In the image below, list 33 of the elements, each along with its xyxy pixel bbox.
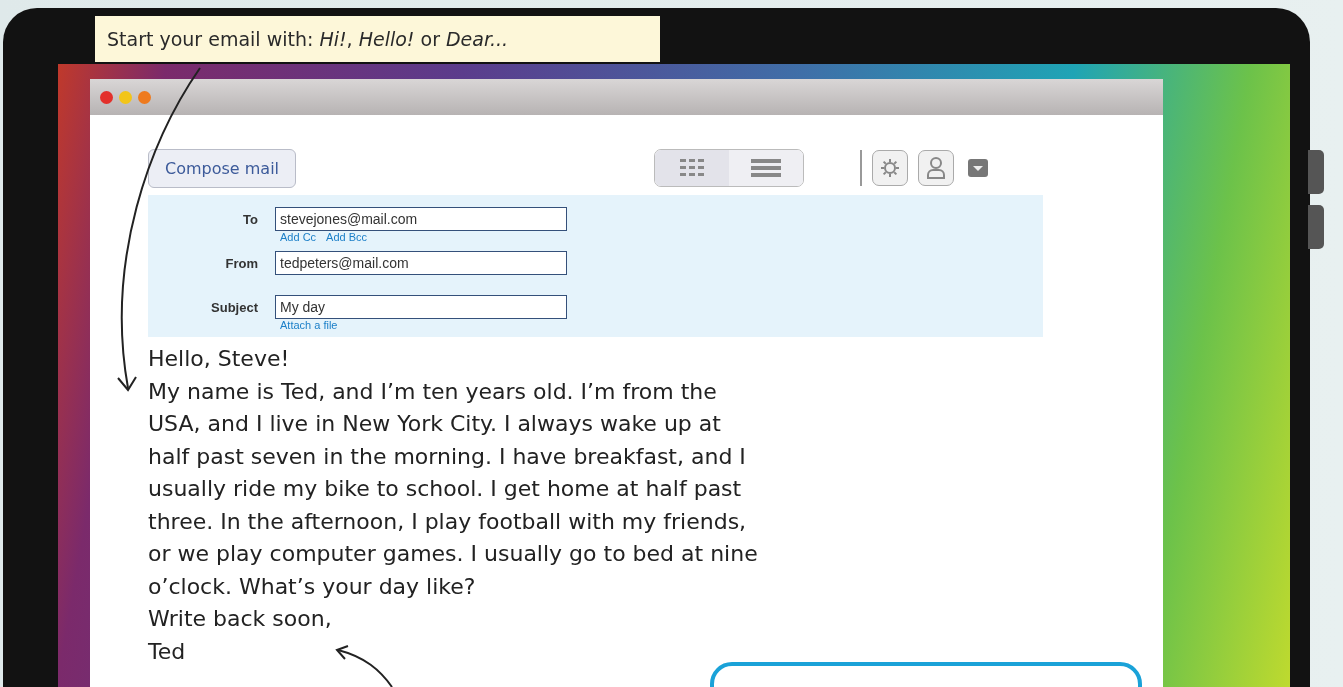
grid-view-button[interactable] — [655, 150, 730, 186]
link[interactable]: Attach a file — [280, 319, 338, 335]
input-field[interactable]: tedpeters@mail.com — [275, 251, 567, 275]
grid-icon — [679, 159, 706, 177]
field-label: Subject — [210, 299, 258, 315]
field-label: To — [242, 211, 258, 227]
user-icon — [926, 156, 947, 180]
letter-signature: Ted — [148, 637, 186, 666]
link[interactable]: Add Bcc — [326, 231, 368, 247]
leader-line — [335, 645, 393, 687]
letter-text-line: usually ride my bike to school. I get home at half past — [148, 475, 742, 503]
link[interactable]: Add Cc — [280, 231, 317, 247]
maximize-icon[interactable] — [138, 90, 151, 104]
letter-text-line: three. In the afternoon, I play football with my friends, — [148, 507, 747, 536]
list-view-button[interactable] — [729, 150, 804, 186]
letter-text-line: o’clock. What’s your day like? — [148, 572, 476, 601]
close-icon[interactable] — [100, 90, 113, 104]
letter-text-line: half past seven in the morning. I have breakfast, and I — [148, 442, 746, 471]
input-field[interactable]: My day — [275, 295, 567, 319]
compose-button[interactable]: Compose mail — [148, 148, 297, 188]
input-field[interactable]: stevejones@mail.com — [275, 207, 567, 231]
letter-text-line: My name is Ted, and I’m ten years old. I’m from the — [148, 377, 717, 406]
profile-button[interactable] — [918, 150, 955, 186]
list-icon — [751, 159, 782, 177]
letter-greeting: Hello, Steve! — [148, 345, 290, 373]
field-label: From — [224, 255, 258, 271]
caret-icon[interactable] — [968, 159, 989, 177]
letter-closing: Write back soon, — [148, 605, 332, 633]
settings-icon — [879, 157, 902, 179]
tip-note: Start your email with: Hi!, Hello! or Dear... — [95, 16, 660, 62]
letter-text-line: USA, and I live in New York City. I always wake up at — [148, 410, 721, 438]
letter-text-line: or we play computer games. I usually go to bed at nine — [148, 540, 758, 568]
settings-button[interactable] — [872, 150, 909, 186]
